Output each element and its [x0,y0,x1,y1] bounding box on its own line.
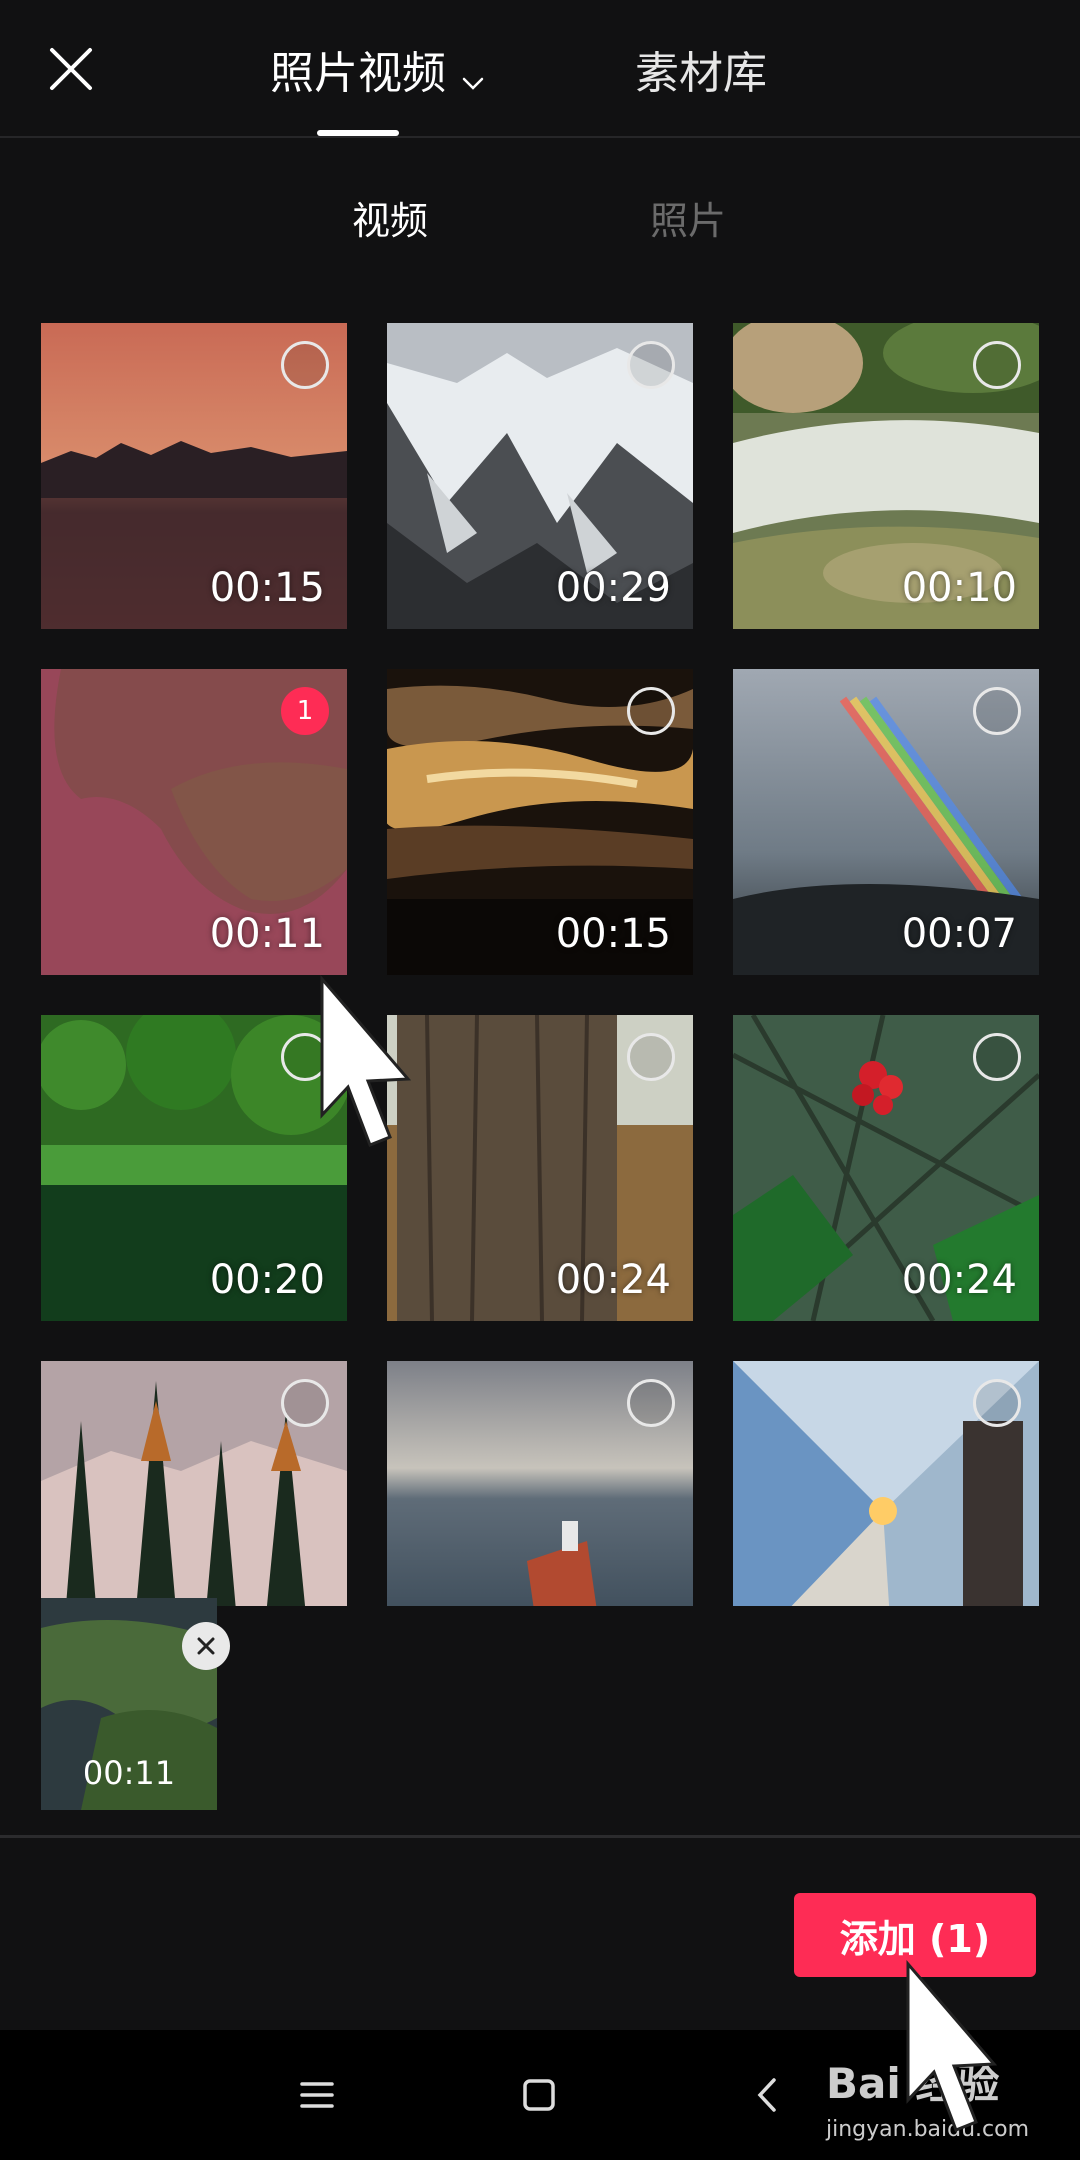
video-duration: 00:15 [209,565,325,611]
video-duration: 00:10 [901,565,1017,611]
select-circle[interactable] [627,687,675,735]
media-tile[interactable]: 00:10 [733,323,1039,629]
subtab-photo[interactable]: 照片 [650,190,726,245]
close-icon[interactable] [38,36,104,102]
video-duration: 00:11 [82,1754,176,1792]
subtab-video[interactable]: 视频 [352,190,428,245]
tab-material-library[interactable]: 素材库 [635,36,767,102]
select-circle[interactable] [281,341,329,389]
pointer-cursor-icon [906,1960,998,2132]
media-tile[interactable] [387,1361,693,1606]
tab-photos-videos-label: 照片视频 [270,48,446,99]
media-tile[interactable]: 1 00:11 [41,669,347,975]
media-type-tabs: 视频 照片 [0,190,1080,250]
media-tile[interactable]: 00:29 [387,323,693,629]
select-circle[interactable] [627,1379,675,1427]
video-duration: 00:29 [555,565,671,611]
video-duration: 00:20 [209,1257,325,1303]
select-circle[interactable] [627,341,675,389]
back-icon[interactable] [742,2068,796,2122]
divider [0,1835,1080,1838]
tab-material-library-label: 素材库 [635,48,767,99]
active-tab-indicator [317,130,399,136]
select-circle[interactable] [973,1033,1021,1081]
media-tile[interactable] [41,1361,347,1606]
media-tile[interactable]: 00:20 [41,1015,347,1321]
media-tile[interactable]: 00:24 [733,1015,1039,1321]
video-duration: 00:11 [209,911,325,957]
select-circle[interactable] [627,1033,675,1081]
media-tile[interactable]: 00:24 [387,1015,693,1321]
media-tile[interactable]: 00:15 [387,669,693,975]
selected-order-badge[interactable]: 1 [281,687,329,735]
video-duration: 00:15 [555,911,671,957]
select-circle[interactable] [973,1379,1021,1427]
chevron-down-icon [460,56,486,90]
top-bar: 照片视频 素材库 [0,0,1080,138]
video-duration: 00:24 [555,1257,671,1303]
video-duration: 00:24 [901,1257,1017,1303]
home-icon[interactable] [512,2068,566,2122]
media-tile[interactable] [733,1361,1039,1606]
video-duration: 00:07 [901,911,1017,957]
media-tile[interactable]: 00:07 [733,669,1039,975]
tab-photos-videos[interactable]: 照片视频 [270,36,486,102]
select-circle[interactable] [973,687,1021,735]
pointer-cursor-icon [320,975,412,1147]
menu-icon[interactable] [290,2068,344,2122]
select-circle[interactable] [281,1379,329,1427]
remove-selected-icon[interactable] [182,1622,230,1670]
select-circle[interactable] [973,341,1021,389]
media-tile[interactable]: 00:15 [41,323,347,629]
